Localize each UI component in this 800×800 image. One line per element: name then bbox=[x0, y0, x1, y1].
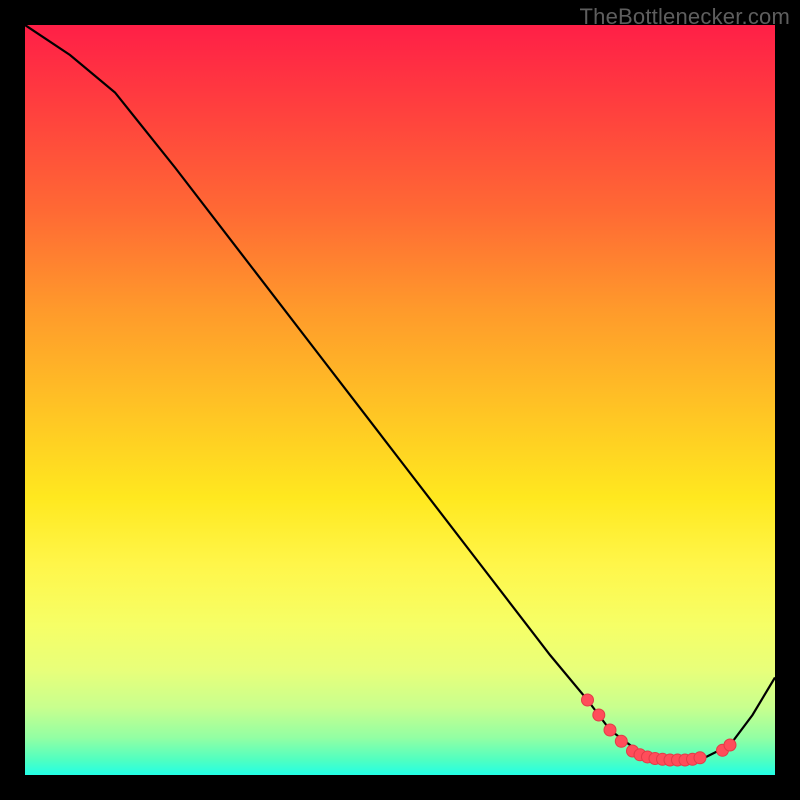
curve-line bbox=[25, 25, 775, 760]
data-marker bbox=[604, 724, 616, 736]
data-marker bbox=[593, 709, 605, 721]
chart-svg bbox=[25, 25, 775, 775]
data-marker bbox=[582, 694, 594, 706]
data-marker bbox=[615, 735, 627, 747]
data-marker bbox=[694, 752, 706, 764]
plot-area bbox=[25, 25, 775, 775]
data-marker bbox=[724, 739, 736, 751]
chart-frame: TheBottlenecker.com bbox=[0, 0, 800, 800]
markers-group bbox=[582, 694, 737, 766]
watermark-text: TheBottlenecker.com bbox=[580, 4, 790, 30]
